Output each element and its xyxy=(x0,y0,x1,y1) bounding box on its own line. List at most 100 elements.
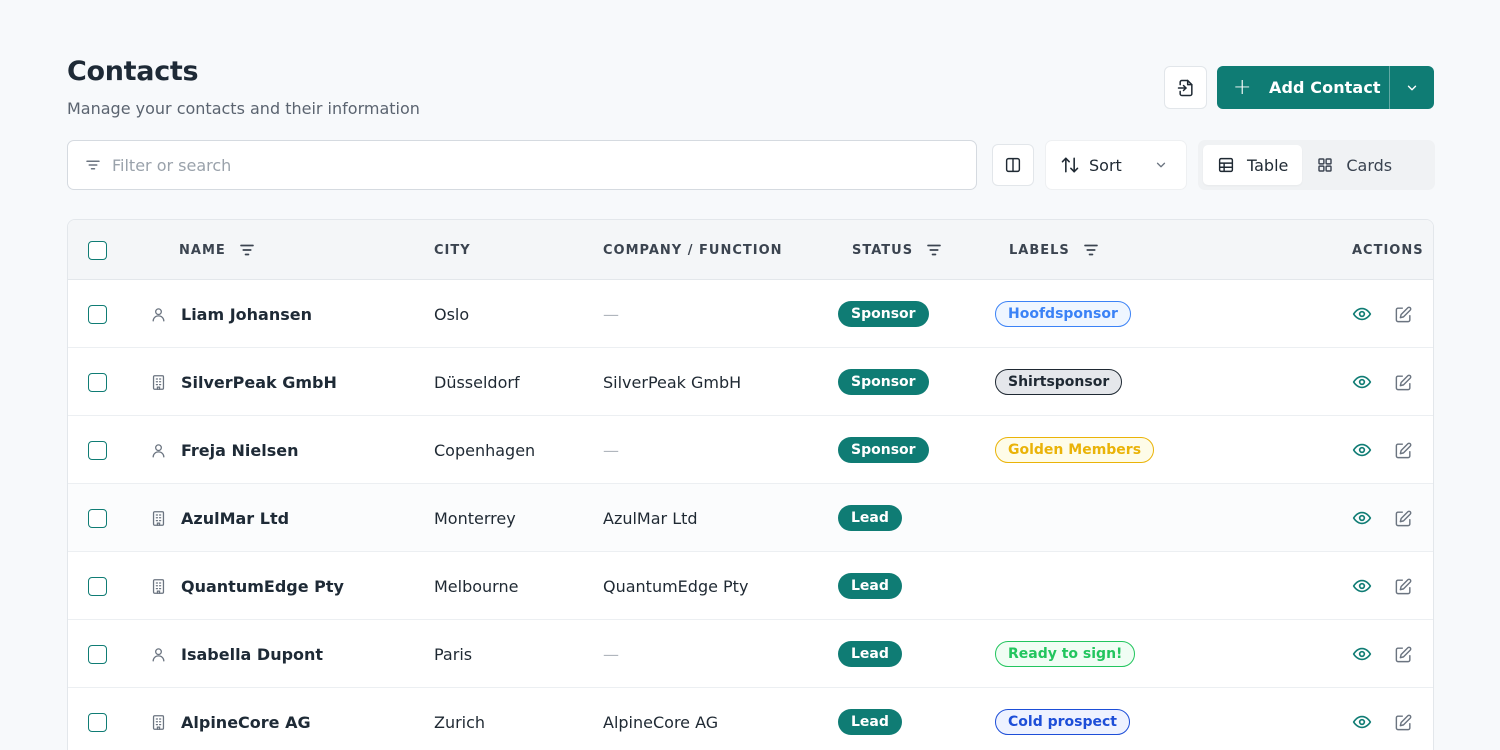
table-row[interactable]: AlpineCore AG Zurich AlpineCore AG Lead Cold… xyxy=(68,688,1433,750)
eye-icon[interactable] xyxy=(1352,712,1372,732)
building-icon xyxy=(150,714,167,731)
page-title: Contacts xyxy=(67,56,199,87)
contact-city: Oslo xyxy=(434,304,470,324)
filter-icon[interactable] xyxy=(1082,241,1100,259)
contact-company: SilverPeak GmbH xyxy=(603,372,742,392)
chevron-down-icon xyxy=(1407,85,1417,90)
file-export-icon xyxy=(1177,79,1193,96)
table-row[interactable]: QuantumEdge Pty Melbourne QuantumEdge Pty L… xyxy=(68,552,1433,620)
table-row[interactable]: Freja Nielsen Copenhagen — Sponsor Golden Me… xyxy=(68,416,1433,484)
contact-name[interactable]: Liam Johansen xyxy=(181,305,312,324)
view-toggle: Table Cards xyxy=(1198,140,1435,190)
contact-name[interactable]: SilverPeak GmbH xyxy=(181,373,337,392)
edit-icon[interactable] xyxy=(1394,509,1413,528)
status-badge: Sponsor xyxy=(838,301,929,327)
status-badge: Lead xyxy=(838,709,902,735)
status-badge: Lead xyxy=(838,641,902,667)
eye-icon[interactable] xyxy=(1352,372,1372,392)
row-checkbox[interactable] xyxy=(88,440,107,460)
view-table-label: Table xyxy=(1247,155,1289,175)
contact-city: Copenhagen xyxy=(434,440,536,460)
contact-name[interactable]: QuantumEdge Pty xyxy=(181,577,344,596)
table-header: NAME CITY COMPANY / FUNCTION STATUS LABE… xyxy=(68,220,1433,280)
filter-icon[interactable] xyxy=(925,241,943,259)
edit-icon[interactable] xyxy=(1394,441,1413,460)
export-button[interactable] xyxy=(1164,66,1207,109)
contacts-table: NAME CITY COMPANY / FUNCTION STATUS LABE… xyxy=(67,219,1434,750)
sort-dropdown[interactable]: Sort xyxy=(1045,140,1187,190)
label-badge: Ready to sign! xyxy=(995,641,1136,667)
eye-icon[interactable] xyxy=(1352,576,1372,596)
search-input[interactable] xyxy=(112,155,976,175)
row-checkbox[interactable] xyxy=(88,508,107,528)
status-badge: Lead xyxy=(838,505,902,531)
contact-name[interactable]: AlpineCore AG xyxy=(181,713,311,732)
column-header-labels[interactable]: LABELS xyxy=(1009,243,1070,258)
contact-company: — xyxy=(603,304,619,324)
column-header-company: COMPANY / FUNCTION xyxy=(603,242,783,258)
label-badge: Golden Members xyxy=(995,437,1155,463)
add-contact-dropdown-button[interactable] xyxy=(1390,66,1434,109)
contact-name[interactable]: Isabella Dupont xyxy=(181,645,323,664)
grid-icon xyxy=(1318,158,1333,172)
person-icon xyxy=(150,646,167,663)
row-checkbox[interactable] xyxy=(88,712,107,732)
chevron-down-icon xyxy=(1156,162,1166,168)
row-checkbox[interactable] xyxy=(88,644,107,664)
contact-name[interactable]: AzulMar Ltd xyxy=(181,509,289,528)
add-contact-group: + Add Contact xyxy=(1217,66,1434,109)
contact-company: AlpineCore AG xyxy=(603,712,719,732)
column-header-actions: ACTIONS xyxy=(1352,242,1424,258)
contact-city: Düsseldorf xyxy=(434,372,520,392)
label-badge: Shirtsponsor xyxy=(995,369,1123,395)
row-checkbox[interactable] xyxy=(88,304,107,324)
eye-icon[interactable] xyxy=(1352,304,1372,324)
label-badge: Hoofdsponsor xyxy=(995,301,1131,327)
view-table-option[interactable]: Table xyxy=(1203,145,1303,185)
eye-icon[interactable] xyxy=(1352,440,1372,460)
table-row[interactable]: Isabella Dupont Paris — Lead Ready to sign! xyxy=(68,620,1433,688)
table-body: Liam Johansen Oslo — Sponsor Hoofdsponsor Sil… xyxy=(68,280,1433,750)
contact-company: AzulMar Ltd xyxy=(603,508,698,528)
eye-icon[interactable] xyxy=(1352,508,1372,528)
page-subtitle: Manage your contacts and their informati… xyxy=(67,99,420,118)
select-all-checkbox[interactable] xyxy=(88,240,107,260)
contact-city: Paris xyxy=(434,644,473,664)
filter-icon[interactable] xyxy=(238,241,256,259)
columns-toggle-button[interactable] xyxy=(992,144,1034,186)
person-icon xyxy=(150,306,167,323)
building-icon xyxy=(150,510,167,527)
contact-city: Zurich xyxy=(434,712,486,732)
edit-icon[interactable] xyxy=(1394,645,1413,664)
table-row[interactable]: Liam Johansen Oslo — Sponsor Hoofdsponsor xyxy=(68,280,1433,348)
eye-icon[interactable] xyxy=(1352,644,1372,664)
row-checkbox[interactable] xyxy=(88,372,107,392)
columns-icon xyxy=(1005,157,1021,173)
contact-city: Melbourne xyxy=(434,576,519,596)
plus-icon: + xyxy=(1233,74,1252,100)
sort-label: Sort xyxy=(1089,155,1122,175)
building-icon xyxy=(150,374,167,391)
edit-icon[interactable] xyxy=(1394,305,1413,324)
column-header-status[interactable]: STATUS xyxy=(852,243,913,258)
filter-icon xyxy=(86,160,100,170)
status-badge: Sponsor xyxy=(838,369,929,395)
contact-company: — xyxy=(603,440,619,460)
contact-name[interactable]: Freja Nielsen xyxy=(181,441,298,460)
table-row[interactable]: AzulMar Ltd Monterrey AzulMar Ltd Lead xyxy=(68,484,1433,552)
table-row[interactable]: SilverPeak GmbH Düsseldorf SilverPeak GmbH… xyxy=(68,348,1433,416)
view-cards-label: Cards xyxy=(1346,155,1393,175)
column-header-name[interactable]: NAME xyxy=(179,243,226,258)
status-badge: Lead xyxy=(838,573,902,599)
edit-icon[interactable] xyxy=(1394,713,1413,732)
add-contact-label: Add Contact xyxy=(1269,78,1381,97)
contact-company: — xyxy=(603,644,619,664)
status-badge: Sponsor xyxy=(838,437,929,463)
view-cards-option[interactable]: Cards xyxy=(1302,145,1406,185)
edit-icon[interactable] xyxy=(1394,373,1413,392)
search-box xyxy=(67,140,977,190)
add-contact-button[interactable]: + Add Contact xyxy=(1217,66,1390,109)
sort-arrows-icon xyxy=(1061,157,1079,173)
edit-icon[interactable] xyxy=(1394,577,1413,596)
row-checkbox[interactable] xyxy=(88,576,107,596)
